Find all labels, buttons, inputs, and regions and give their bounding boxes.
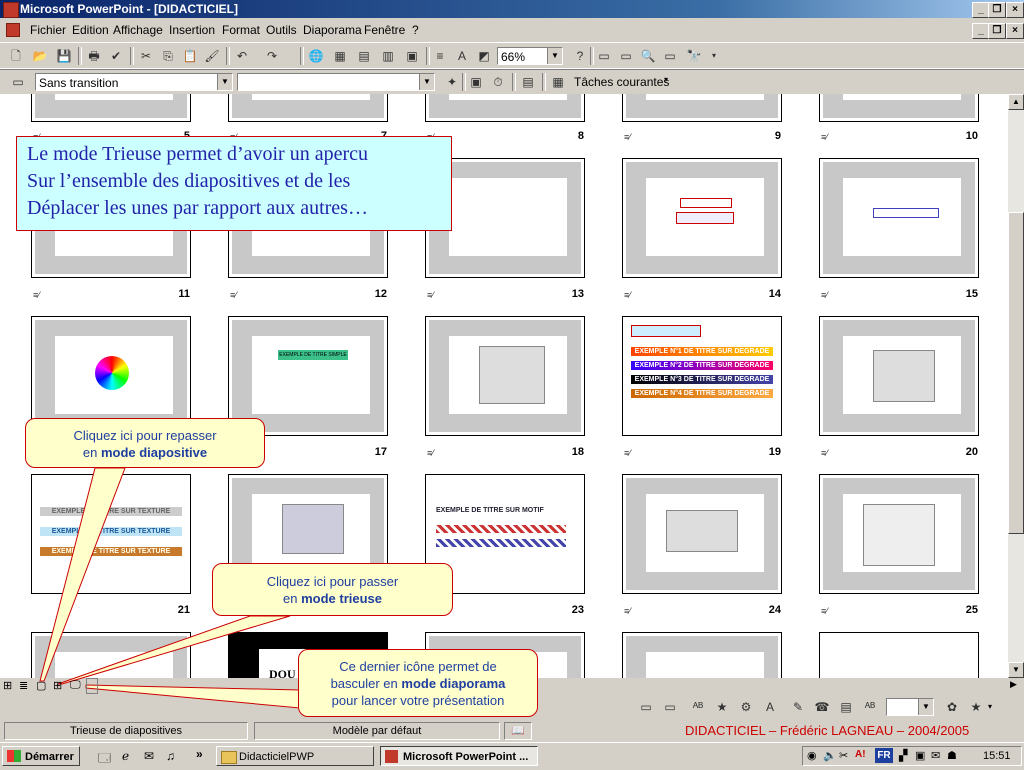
- draw-tool-h-icon[interactable]: ▤: [838, 699, 854, 715]
- draw-select[interactable]: ▼: [886, 698, 934, 716]
- folder-icon: [221, 751, 237, 764]
- outline-view-icon[interactable]: ≣: [19, 679, 28, 692]
- scroll-down-icon[interactable]: ▼: [1008, 662, 1024, 678]
- callout-bold: mode diapositive: [100, 445, 208, 460]
- windows-logo-icon: [7, 750, 21, 762]
- slide-show-view-icon[interactable]: 🖵: [70, 679, 81, 692]
- tray-icon[interactable]: ▞: [899, 749, 907, 762]
- slide-view-icon[interactable]: ▢: [36, 679, 46, 692]
- quicklaunch-desktop-icon[interactable]: 🗔: [98, 749, 111, 770]
- draw-more-icon[interactable]: ▾: [988, 702, 992, 711]
- status-view: Trieuse de diapositives: [4, 722, 248, 740]
- taskbar-folder-label: DidacticielPWP: [239, 751, 315, 763]
- callout-text: Cliquez ici pour passer: [266, 574, 399, 589]
- language-indicator[interactable]: FR: [875, 748, 893, 763]
- tray-icon[interactable]: ✉: [931, 749, 940, 762]
- start-label: Démarrer: [25, 751, 74, 763]
- draw-tool-c-icon[interactable]: ᴬᴮ: [690, 699, 706, 715]
- scroll-thumb[interactable]: [1008, 212, 1024, 534]
- drawing-toolbar: ▭ ▭ ᴬᴮ ★ ⚙ A ✎ ☎ ▤ ᴬᴮ ▼ ✿ ★ ▾: [628, 694, 1024, 720]
- draw-tool-g-icon[interactable]: ☎: [814, 699, 830, 715]
- draw-tool-j-icon[interactable]: ✿: [944, 699, 960, 715]
- powerpoint-taskbar-icon: [385, 750, 398, 763]
- taskbar-folder-button[interactable]: DidacticielPWP: [216, 746, 374, 766]
- status-bar: Trieuse de diapositives Modèle par défau…: [0, 720, 1024, 742]
- draw-tool-i-icon[interactable]: ᴬᴮ: [862, 699, 878, 715]
- callout-text: Cliquez ici pour repasser: [73, 428, 217, 443]
- callout-prefix: en: [283, 591, 302, 606]
- quicklaunch-outlook-icon[interactable]: ✉: [144, 749, 154, 763]
- slide-sorter-view-icon[interactable]: ⊞: [53, 679, 62, 692]
- volume-icon[interactable]: 🔈: [823, 749, 837, 762]
- tray-icon[interactable]: A!: [855, 749, 866, 760]
- taskbar-powerpoint-button[interactable]: Microsoft PowerPoint ...: [380, 746, 538, 766]
- quicklaunch-media-icon[interactable]: ♫: [166, 749, 175, 763]
- normal-view-icon[interactable]: ⊞: [3, 679, 12, 692]
- draw-dropdown-icon[interactable]: ▼: [918, 699, 933, 715]
- quicklaunch-more-icon[interactable]: »: [196, 747, 203, 761]
- scroll-right-icon[interactable]: ▶: [1010, 679, 1017, 690]
- star-icon[interactable]: ★: [714, 699, 730, 715]
- draw-tool-a-icon[interactable]: ▭: [638, 699, 654, 715]
- system-tray: ◉ 🔈 ✂ A! FR ▞ ▣ ✉ ☗ 15:51: [802, 746, 1022, 766]
- tray-icon[interactable]: ▣: [915, 749, 925, 762]
- tray-icon[interactable]: ✂: [839, 749, 848, 762]
- draw-tool-d-icon[interactable]: ⚙: [738, 699, 754, 715]
- view-buttons-bar: ⊞ ≣ ▢ ⊞ 🖵 ▶: [0, 678, 1024, 694]
- draw-tool-k-icon[interactable]: ★: [968, 699, 984, 715]
- status-design: Modèle par défaut: [254, 722, 500, 740]
- tray-icon[interactable]: ◉: [807, 749, 817, 762]
- callout-bold: mode trieuse: [301, 591, 382, 606]
- callout-text: Ce dernier icône permet de: [339, 659, 497, 674]
- draw-tool-b-icon[interactable]: ▭: [662, 699, 678, 715]
- tray-icon[interactable]: ☗: [947, 749, 957, 762]
- callout-prefix: en: [82, 445, 101, 460]
- draw-tool-f-icon[interactable]: ✎: [790, 699, 806, 715]
- vertical-scrollbar[interactable]: ▲ ▼: [1008, 94, 1024, 678]
- start-button[interactable]: Démarrer: [2, 746, 80, 766]
- spelling-status-icon[interactable]: 📖: [504, 722, 532, 740]
- quicklaunch-ie-icon[interactable]: ℯ: [122, 749, 129, 763]
- draw-tool-e-icon[interactable]: A: [762, 699, 778, 715]
- horizontal-scrollbar[interactable]: [86, 678, 98, 694]
- callout-text: pour lancer votre présentation: [331, 693, 505, 708]
- scroll-up-icon[interactable]: ▲: [1008, 94, 1024, 110]
- clock[interactable]: 15:51: [983, 750, 1011, 762]
- taskbar: Démarrer 🗔 ℯ ✉ ♫ » DidacticielPWP Micros…: [0, 742, 1024, 769]
- footer-credit: DIDACTICIEL – Frédéric LAGNEAU – 2004/20…: [685, 723, 970, 738]
- mode-diapositive-callout: Cliquez ici pour repasser en mode diapos…: [25, 418, 265, 468]
- mode-trieuse-callout: Cliquez ici pour passer en mode trieuse: [212, 563, 453, 616]
- taskbar-app-label: Microsoft PowerPoint ...: [403, 751, 529, 763]
